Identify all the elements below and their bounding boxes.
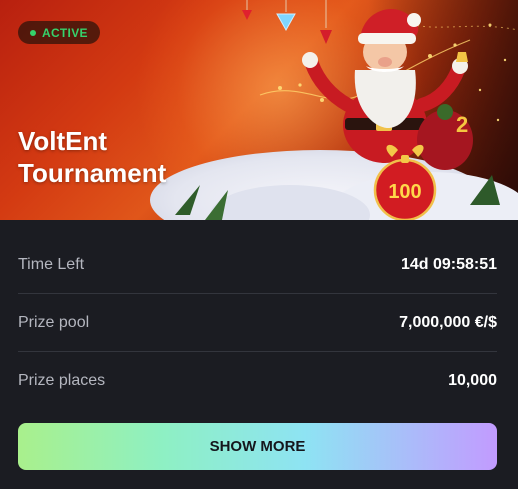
status-label: ACTIVE	[42, 25, 88, 40]
info-row-prize-pool: Prize pool 7,000,000 €/$	[18, 294, 497, 352]
prize-places-value: 10,000	[448, 371, 497, 389]
tournament-card: 2 100 ACTIVE VoltEnt Tournament Time Lef…	[0, 0, 518, 489]
prize-pool-value: 7,000,000 €/$	[399, 313, 497, 331]
ruby-ornament-icon	[242, 10, 252, 20]
svg-text:2: 2	[456, 112, 468, 137]
prize-places-label: Prize places	[18, 371, 106, 389]
time-left-label: Time Left	[18, 255, 85, 273]
info-row-prize-places: Prize places 10,000	[18, 352, 497, 409]
show-more-button[interactable]: SHOW MORE	[18, 423, 497, 470]
gift-number: 100	[388, 181, 421, 203]
time-left-value: 14d 09:58:51	[400, 255, 497, 273]
info-row-time-left: Time Left 14d 09:58:51	[18, 236, 497, 294]
tournament-title: VoltEnt Tournament	[18, 125, 218, 189]
tournament-title-line2: Tournament	[18, 158, 167, 188]
bell-icon	[456, 52, 468, 62]
status-badge: ACTIVE	[18, 21, 100, 44]
heart-ornament-icon	[320, 30, 332, 44]
prize-pool-label: Prize pool	[18, 313, 90, 331]
diamond-ornament-icon	[276, 13, 296, 32]
status-dot-icon	[30, 29, 36, 36]
tournament-banner: 2 100 ACTIVE VoltEnt Tournament	[0, 0, 518, 220]
tournament-title-line1: VoltEnt	[18, 126, 108, 156]
tournament-info: Time Left 14d 09:58:51 Prize pool 7,000,…	[18, 236, 497, 409]
